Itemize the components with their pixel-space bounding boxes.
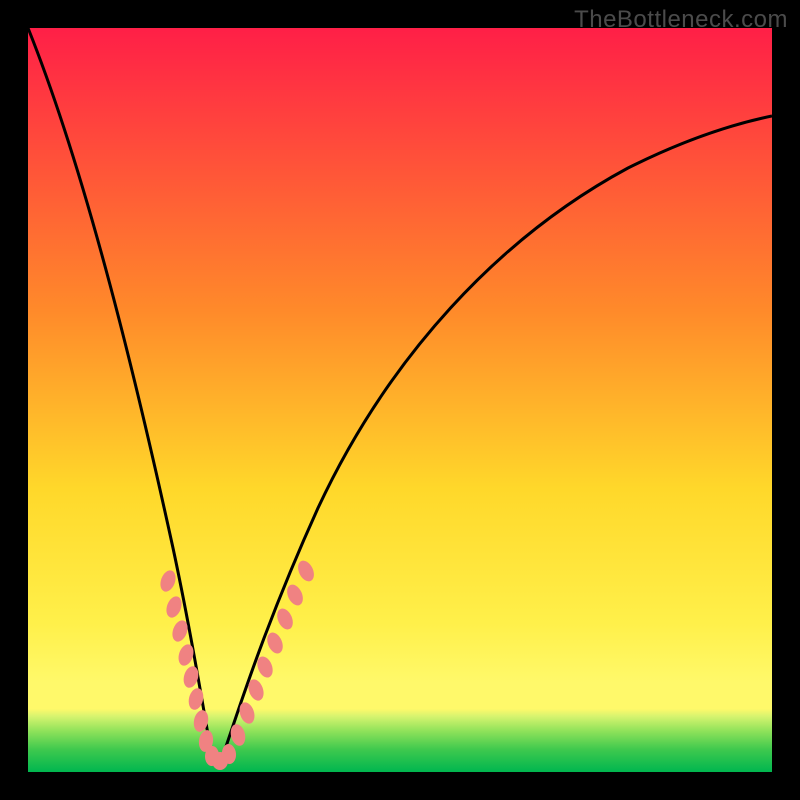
plot-frame — [28, 28, 772, 772]
bottleneck-curve — [28, 28, 772, 772]
watermark-text: TheBottleneck.com — [574, 6, 788, 34]
curve-path — [28, 28, 772, 763]
